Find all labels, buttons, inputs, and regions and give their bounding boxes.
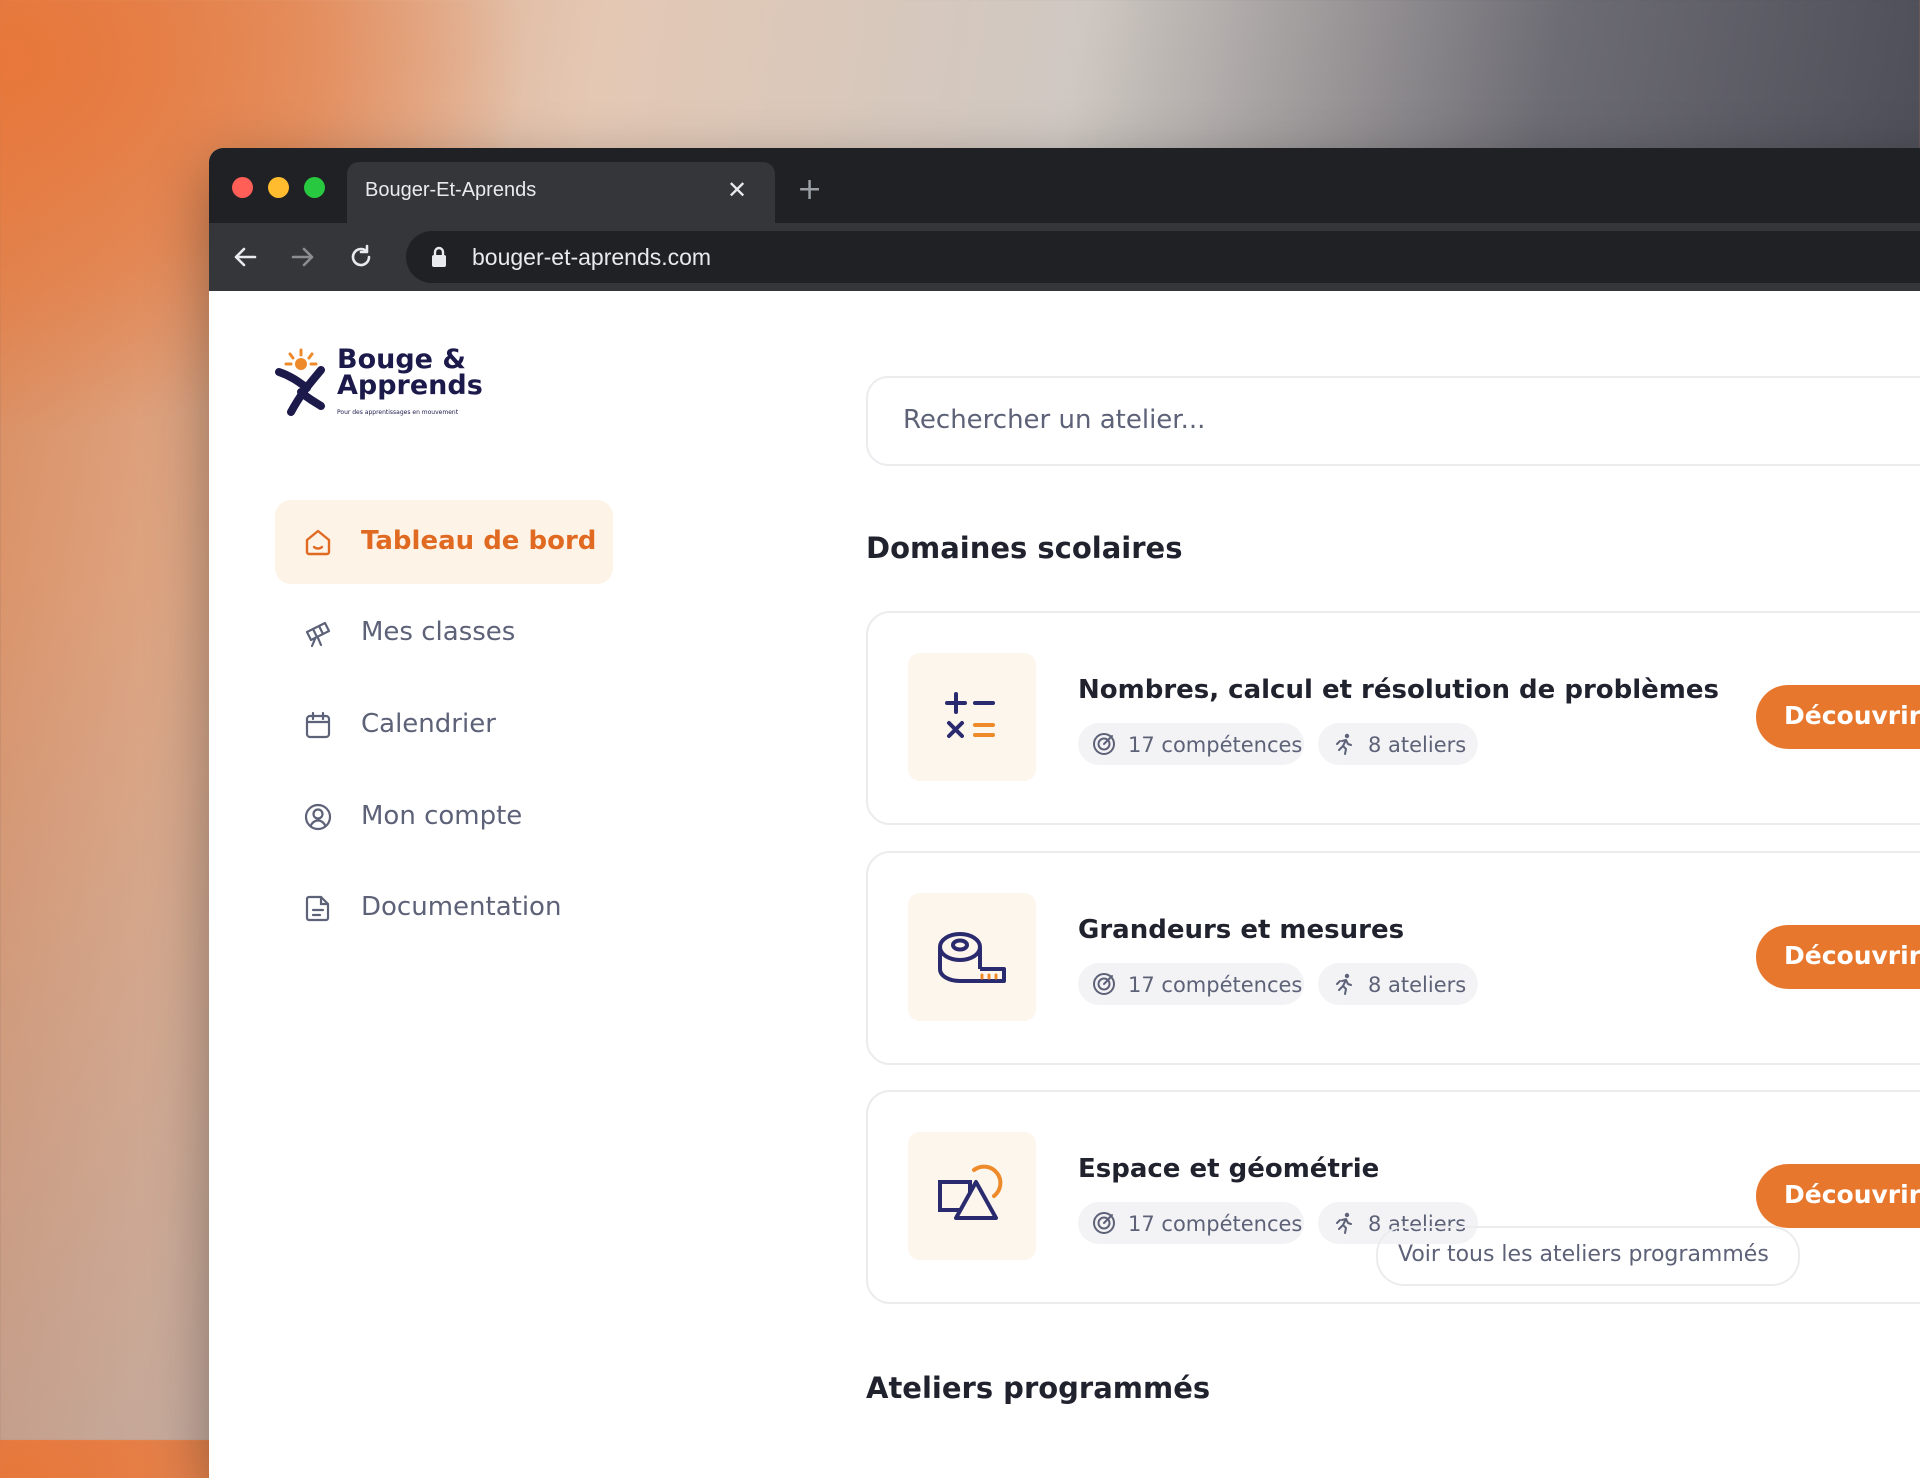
workshops-count: 8 ateliers [1368,973,1467,997]
skills-badge: 17 compétences [1078,1202,1304,1244]
skills-badge: 17 compétences [1078,723,1304,765]
card-icon-box [908,893,1036,1021]
minimize-window-button[interactable] [268,177,289,198]
logo-tagline: Pour des apprentissages en mouvement [337,409,459,416]
sidebar-item-label: Calendrier [361,709,496,739]
sidebar-item-label: Mes classes [361,617,516,647]
document-icon [305,895,330,922]
discover-button[interactable]: Découvrir [1756,685,1920,749]
close-tab-icon[interactable]: ✕ [727,176,747,204]
discover-label: Découvrir [1784,701,1920,730]
card-icon-box [908,1132,1036,1260]
telescope-icon [305,621,331,648]
scheduled-title: Ateliers programmés [866,1371,1211,1405]
target-icon [1093,1212,1115,1234]
workshops-count: 8 ateliers [1368,733,1467,757]
skills-count: 17 compétences [1128,973,1303,997]
running-person-icon [1336,733,1352,755]
workshops-badge: 8 ateliers [1318,723,1478,765]
tape-measure-icon [938,932,1006,983]
workshops-badge: 8 ateliers [1318,963,1478,1005]
logo[interactable]: Bouge & Apprends Pour des apprentissages… [271,346,483,426]
target-icon [1093,973,1115,995]
discover-label: Découvrir [1784,1180,1920,1209]
browser-toolbar: bouger-et-aprends.com [209,223,1920,291]
domains-title: Domaines scolaires [866,531,1183,565]
discover-label: Découvrir [1784,941,1920,970]
url-text: bouger-et-aprends.com [472,244,712,270]
running-person-icon [1336,973,1352,995]
close-window-button[interactable] [232,177,253,198]
card-icon-box [908,653,1036,781]
math-operators-icon [945,692,995,738]
card-title: Grandeurs et mesures [1078,915,1405,945]
sidebar-item-dashboard[interactable]: Tableau de bord [275,500,613,584]
tab-title: Bouger-Et-Aprends [365,179,537,201]
home-icon [305,529,331,556]
sidebar-item-calendar[interactable]: Calendrier [275,683,613,767]
new-tab-icon[interactable]: + [797,172,822,207]
see-all-label: Voir tous les ateliers programmés [1398,1242,1769,1267]
address-bar[interactable]: bouger-et-aprends.com [406,231,1920,283]
browser-titlebar: Bouger-Et-Aprends ✕ + [209,148,1920,223]
sidebar-item-label: Tableau de bord [361,526,597,556]
card-title: Nombres, calcul et résolution de problèm… [1078,675,1719,705]
target-icon [1093,733,1115,755]
domain-card: Grandeurs et mesures 17 compétences 8 at… [866,851,1920,1065]
reload-icon[interactable] [347,243,375,271]
see-all-workshops-button[interactable]: Voir tous les ateliers programmés [1376,1226,1800,1286]
maximize-window-button[interactable] [304,177,325,198]
calendar-icon [305,711,331,739]
user-circle-icon [304,803,332,831]
domain-card: Nombres, calcul et résolution de problèm… [866,611,1920,825]
logo-figure-icon [275,348,325,416]
skills-count: 17 compétences [1128,1212,1303,1236]
search-input[interactable]: Rechercher un atelier... [866,376,1920,466]
browser-tab[interactable]: Bouger-Et-Aprends ✕ [347,162,775,223]
sidebar-item-label: Documentation [361,892,562,922]
sidebar-item-classes[interactable]: Mes classes [275,591,613,675]
logo-line2: Apprends [337,370,483,401]
web-page: Bouge & Apprends Pour des apprentissages… [209,291,1920,1478]
sidebar-item-documentation[interactable]: Documentation [275,866,613,950]
skills-badge: 17 compétences [1078,963,1304,1005]
back-arrow-icon[interactable] [231,243,259,271]
card-title: Espace et géométrie [1078,1154,1380,1184]
forward-arrow-icon[interactable] [289,243,317,271]
discover-button[interactable]: Découvrir [1756,1164,1920,1228]
lock-icon [432,246,446,267]
discover-button[interactable]: Découvrir [1756,925,1920,989]
search-placeholder: Rechercher un atelier... [903,405,1206,435]
skills-count: 17 compétences [1128,733,1303,757]
sidebar-item-account[interactable]: Mon compte [275,775,613,859]
running-person-icon [1336,1212,1352,1234]
sidebar-item-label: Mon compte [361,801,523,831]
shapes-icon [938,1164,1003,1220]
